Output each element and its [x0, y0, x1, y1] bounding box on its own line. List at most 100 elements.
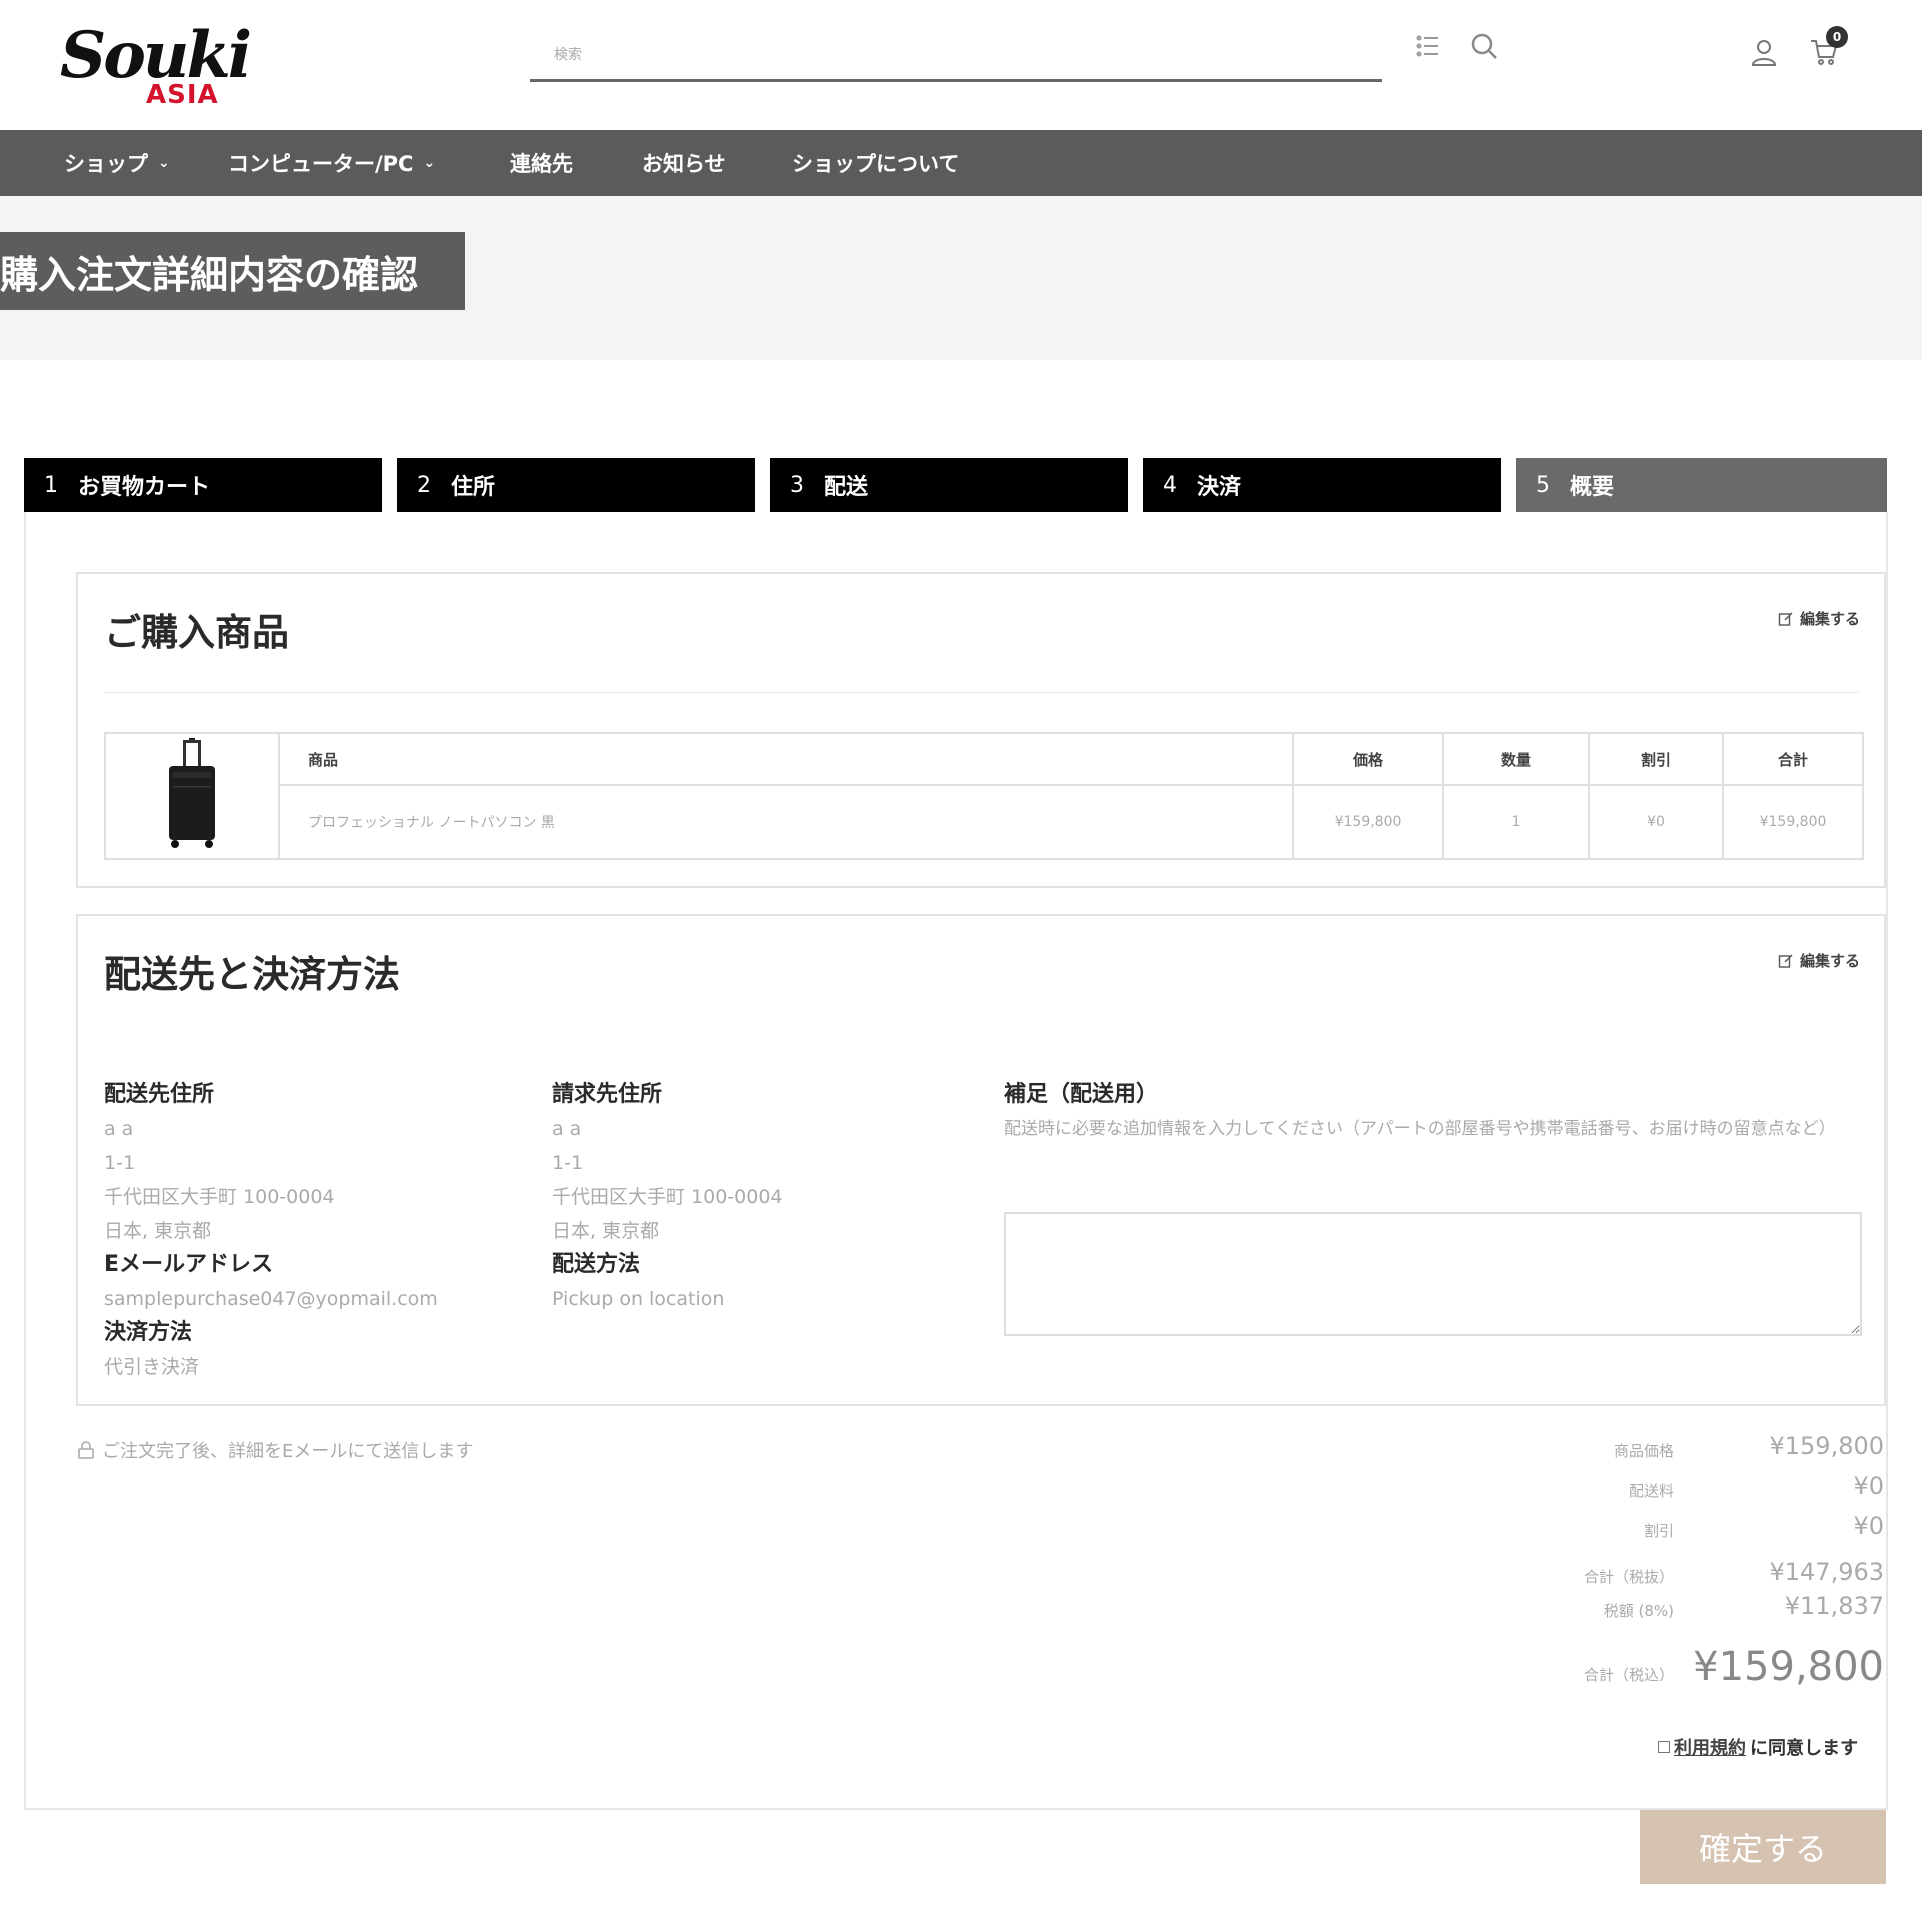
product-qty: 1	[1442, 784, 1590, 860]
products-table: 商品 価格 数量 割引 合計 プロフェッショナル ノートパソコン 黒 ¥159,…	[104, 732, 1864, 860]
notice-text: ご注文完了後、詳細をEメールにて送信します	[102, 1441, 474, 1462]
terms-link[interactable]: 利用規約	[1674, 1734, 1746, 1760]
step-cart[interactable]: 1 お買物カート	[24, 458, 382, 512]
nav-item-contact[interactable]: 連絡先	[510, 130, 573, 196]
table-header-row: 商品 価格 数量 割引 合計	[104, 732, 1864, 860]
summary-value: ¥0	[1853, 1512, 1884, 1540]
delivery-value: Pickup on location	[552, 1288, 725, 1310]
edit-label: 編集する	[1799, 610, 1860, 628]
product-discount: ¥0	[1588, 784, 1724, 860]
suitcase-image	[169, 738, 215, 848]
brand-logo[interactable]: Souki ASIA	[60, 24, 260, 114]
edit-icon	[1778, 954, 1793, 968]
confirm-order-button[interactable]: 確定する	[1640, 1810, 1886, 1884]
user-icon[interactable]	[1746, 34, 1782, 70]
product-total: ¥159,800	[1722, 784, 1864, 860]
col-discount: 割引	[1588, 732, 1724, 786]
search-input[interactable]	[530, 30, 1382, 82]
chevron-down-icon: ⌄	[423, 155, 436, 171]
summary-label: 割引	[1643, 1522, 1674, 1540]
chevron-down-icon: ⌄	[158, 155, 170, 171]
step-number: 3	[790, 472, 804, 498]
summary-label: 配送料	[1628, 1482, 1674, 1500]
nav-item-computer[interactable]: コンピューター/PC ⌄	[228, 130, 435, 196]
terms-agreement[interactable]: 利用規約 に同意します	[1658, 1734, 1858, 1760]
total-label: 合計（税込）	[1583, 1666, 1674, 1684]
nav-item-label: コンピューター/PC	[228, 152, 414, 176]
shipping-title: 配送先と決済方法	[104, 953, 400, 996]
nav-item-label: 連絡先	[510, 152, 573, 176]
product-name: プロフェッショナル ノートパソコン 黒	[278, 784, 1294, 860]
nav-item-news[interactable]: お知らせ	[642, 130, 726, 196]
product-price: ¥159,800	[1292, 784, 1444, 860]
title-band: 購入注文詳細内容の確認	[0, 196, 1922, 360]
summary-row-tax: 税額 (8%) ¥11,837	[1404, 1592, 1884, 1626]
step-payment[interactable]: 4 決済	[1143, 458, 1501, 512]
step-address[interactable]: 2 住所	[397, 458, 755, 512]
product-thumb-cell	[104, 732, 280, 860]
site-header: Souki ASIA 0	[0, 0, 1922, 130]
list-icon[interactable]	[1410, 28, 1446, 64]
bill-name: a a	[552, 1118, 582, 1140]
step-number: 4	[1163, 472, 1177, 498]
bill-address-label: 請求先住所	[552, 1082, 663, 1107]
col-product: 商品	[278, 732, 1294, 786]
products-title: ご購入商品	[104, 611, 289, 654]
divider	[104, 692, 1860, 693]
delivery-note-textarea[interactable]	[1004, 1212, 1862, 1336]
summary-value: ¥0	[1853, 1472, 1884, 1500]
summary-value: ¥11,837	[1784, 1592, 1884, 1620]
step-number: 2	[417, 472, 431, 498]
edit-label: 編集する	[1799, 952, 1860, 970]
page-title: 購入注文詳細内容の確認	[0, 232, 465, 310]
col-qty: 数量	[1442, 732, 1590, 786]
bill-line3: 日本, 東京都	[552, 1220, 660, 1242]
edit-icon	[1778, 612, 1793, 626]
brand-sub: ASIA	[146, 80, 219, 110]
lock-icon	[78, 1441, 94, 1459]
delivery-label: 配送方法	[552, 1252, 641, 1277]
note-block: 補足（配送用） 配送時に必要な追加情報を入力してください（アパートの部屋番号や携…	[1004, 1078, 1864, 1146]
bill-line1: 1-1	[552, 1152, 584, 1174]
step-label: お買物カート	[78, 475, 211, 500]
cart-count-badge: 0	[1826, 26, 1848, 48]
nav-item-about[interactable]: ショップについて	[792, 130, 959, 196]
col-price: 価格	[1292, 732, 1444, 786]
step-label: 概要	[1570, 475, 1615, 500]
edit-products-link[interactable]: 編集する	[1778, 608, 1860, 629]
products-panel: ご購入商品 編集する 商品 価格 数量 割引 合計 プロフェッショナル ノートパ…	[76, 572, 1886, 888]
ship-line3: 日本, 東京都	[104, 1220, 212, 1242]
email-notice: ご注文完了後、詳細をEメールにて送信します	[76, 1437, 473, 1463]
main-nav: ショップ ⌄ コンピューター/PC ⌄ 連絡先 お知らせ ショップについて	[0, 130, 1922, 196]
summary-label: 商品価格	[1613, 1442, 1674, 1460]
step-label: 配送	[824, 475, 869, 500]
ship-name: a a	[104, 1118, 134, 1140]
summary-row-total: 合計（税込） ¥159,800	[1404, 1644, 1884, 1694]
ship-address-label: 配送先住所	[104, 1082, 215, 1107]
nav-item-shop[interactable]: ショップ ⌄	[64, 130, 170, 196]
summary-row-pretax: 合計（税抜） ¥147,963	[1404, 1558, 1884, 1592]
payment-value: 代引き決済	[104, 1356, 200, 1378]
terms-checkbox[interactable]	[1658, 1741, 1670, 1753]
bill-line2: 千代田区大手町 100-0004	[552, 1186, 783, 1208]
step-shipping[interactable]: 3 配送	[770, 458, 1128, 512]
ship-address-block: 配送先住所 a a 1-1 千代田区大手町 100-0004 日本, 東京都 E…	[104, 1078, 438, 1384]
step-label: 決済	[1197, 475, 1242, 500]
ship-line2: 千代田区大手町 100-0004	[104, 1186, 335, 1208]
step-number: 1	[44, 472, 58, 498]
nav-item-label: お知らせ	[642, 152, 726, 176]
summary-value: ¥147,963	[1769, 1558, 1884, 1586]
step-summary[interactable]: 5 概要	[1516, 458, 1887, 512]
step-label: 住所	[451, 475, 496, 500]
edit-shipping-link[interactable]: 編集する	[1778, 950, 1860, 971]
email-label: Eメールアドレス	[104, 1252, 274, 1277]
payment-label: 決済方法	[104, 1320, 193, 1345]
email-value: samplepurchase047@yopmail.com	[104, 1288, 438, 1310]
col-total: 合計	[1722, 732, 1864, 786]
terms-text: に同意します	[1750, 1738, 1858, 1759]
note-help: 配送時に必要な追加情報を入力してください（アパートの部屋番号や携帯電話番号、お届…	[1004, 1119, 1836, 1139]
search-icon[interactable]	[1466, 28, 1502, 64]
shipping-payment-panel: 配送先と決済方法 編集する 配送先住所 a a 1-1 千代田区大手町 100-…	[76, 914, 1886, 1406]
ship-line1: 1-1	[104, 1152, 136, 1174]
brand-name: Souki	[60, 18, 252, 93]
